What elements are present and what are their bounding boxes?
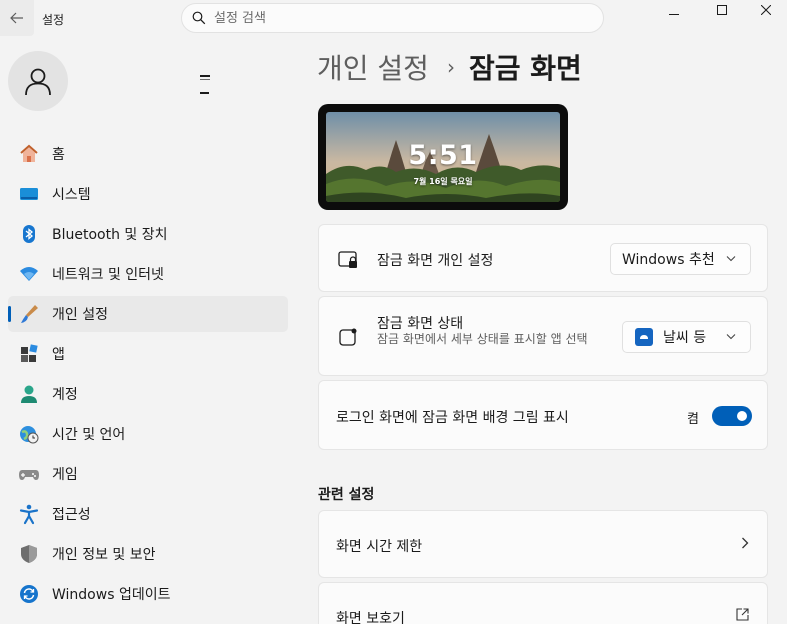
breadcrumb-chevron-icon: › <box>446 55 455 79</box>
preview-clock: 5:51 <box>408 140 478 171</box>
lock-screen-icon <box>337 249 359 271</box>
related-item-screen-timeout[interactable]: 화면 시간 제한 <box>318 510 768 578</box>
sidebar-item-apps[interactable]: 앱 <box>8 336 288 372</box>
sidebar-item-label: Windows 업데이트 <box>52 587 171 603</box>
related-item-label: 화면 시간 제한 <box>336 539 423 555</box>
sidebar-item-label: 게임 <box>52 467 78 483</box>
page-title: 잠금 화면 <box>468 52 582 85</box>
gamepad-icon <box>18 463 40 485</box>
related-settings-heading: 관련 설정 <box>318 487 375 503</box>
back-arrow-icon <box>10 12 23 24</box>
menu-line-icon <box>200 92 209 94</box>
sidebar-item-label: 앱 <box>52 347 65 363</box>
shield-icon <box>18 543 40 565</box>
menu-line-icon <box>200 79 210 80</box>
accessibility-icon <box>18 503 40 525</box>
close-button[interactable] <box>743 0 787 20</box>
chevron-right-icon <box>741 537 749 553</box>
signin-background-title: 로그인 화면에 잠금 화면 배경 그림 표시 <box>336 410 569 426</box>
chevron-down-icon <box>726 332 736 343</box>
chevron-down-icon <box>726 254 736 265</box>
sidebar-item-label: 개인 정보 및 보안 <box>52 547 156 563</box>
sidebar-item-label: 시스템 <box>52 187 91 203</box>
sidebar-item-time-language[interactable]: 시간 및 언어 <box>8 416 288 452</box>
sidebar-item-windows-update[interactable]: Windows 업데이트 <box>8 576 288 612</box>
sidebar-item-accounts[interactable]: 계정 <box>8 376 288 412</box>
app-title: 설정 <box>42 13 65 27</box>
minimize-button[interactable] <box>651 0 697 20</box>
maximize-icon <box>717 5 727 15</box>
toggle-state-label: 켬 <box>687 412 699 427</box>
breadcrumb-parent[interactable]: 개인 설정 <box>317 47 429 87</box>
sidebar-item-label: 개인 설정 <box>52 307 108 323</box>
weather-app-icon <box>635 328 653 346</box>
sidebar-item-label: 접근성 <box>52 507 91 523</box>
sidebar-item-label: 시간 및 언어 <box>52 427 126 443</box>
sidebar-item-network[interactable]: 네트워크 및 인터넷 <box>8 256 288 292</box>
sidebar-item-label: 계정 <box>52 387 78 403</box>
search-box[interactable] <box>181 3 604 33</box>
external-link-icon <box>736 608 749 624</box>
search-input[interactable] <box>214 10 574 26</box>
related-item-screen-saver[interactable]: 화면 보호기 <box>318 582 768 624</box>
related-item-label: 화면 보호기 <box>336 611 405 624</box>
sidebar-item-privacy[interactable]: 개인 정보 및 보안 <box>8 536 288 572</box>
sidebar-item-gaming[interactable]: 게임 <box>8 456 288 492</box>
preview-date: 7월 16일 목요일 <box>413 177 473 186</box>
signin-background-card: 로그인 화면에 잠금 화면 배경 그림 표시 켬 <box>318 380 768 450</box>
account-icon <box>18 383 40 405</box>
lock-screen-status-card: 잠금 화면 상태 잠금 화면에서 세부 상태를 표시할 앱 선택 날씨 등 <box>318 296 768 376</box>
brush-icon <box>18 303 40 325</box>
close-icon <box>761 5 771 15</box>
globe-clock-icon <box>18 423 40 445</box>
dropdown-value: 날씨 등 <box>663 330 707 346</box>
back-button[interactable] <box>0 0 34 36</box>
status-icon <box>337 326 359 348</box>
lock-screen-preview: 5:51 7월 16일 목요일 <box>318 104 568 210</box>
avatar[interactable] <box>8 51 68 111</box>
user-icon <box>25 68 51 96</box>
sidebar-item-label: 네트워크 및 인터넷 <box>52 267 164 283</box>
dropdown-value: Windows 추천 <box>622 252 715 268</box>
lock-screen-status-dropdown[interactable]: 날씨 등 <box>622 321 751 353</box>
sidebar-item-system[interactable]: 시스템 <box>8 176 288 212</box>
lock-screen-wallpaper: 5:51 7월 16일 목요일 <box>326 112 560 202</box>
sidebar-item-label: 홈 <box>52 147 65 163</box>
lock-screen-personalize-dropdown[interactable]: Windows 추천 <box>610 243 751 275</box>
wifi-icon <box>18 263 40 285</box>
breadcrumb: 개인 설정 › 잠금 화면 <box>317 47 582 87</box>
bluetooth-icon <box>18 223 40 245</box>
sidebar-item-personalization[interactable]: 개인 설정 <box>8 296 288 332</box>
apps-icon <box>18 343 40 365</box>
signin-background-toggle[interactable] <box>712 406 752 426</box>
lock-screen-personalize-title: 잠금 화면 개인 설정 <box>377 253 494 269</box>
minimize-icon <box>669 14 679 15</box>
update-icon <box>18 583 40 605</box>
sidebar-item-accessibility[interactable]: 접근성 <box>8 496 288 532</box>
menu-line-icon <box>200 75 210 77</box>
sidebar-nav: 홈 시스템 Bluetooth 및 장치 네트워크 및 인터넷 개인 설정 앱 … <box>8 136 288 616</box>
lock-screen-status-desc: 잠금 화면에서 세부 상태를 표시할 앱 선택 <box>377 332 588 346</box>
menu-toggle-button[interactable] <box>200 72 212 94</box>
sidebar-item-home[interactable]: 홈 <box>8 136 288 172</box>
lock-screen-status-title: 잠금 화면 상태 <box>377 316 464 332</box>
sidebar-item-bluetooth[interactable]: Bluetooth 및 장치 <box>8 216 288 252</box>
system-icon <box>18 183 40 205</box>
home-icon <box>18 143 40 165</box>
lock-screen-personalize-card: 잠금 화면 개인 설정 Windows 추천 <box>318 224 768 292</box>
search-icon <box>192 11 206 25</box>
maximize-button[interactable] <box>699 0 745 20</box>
sidebar-item-label: Bluetooth 및 장치 <box>52 227 168 243</box>
